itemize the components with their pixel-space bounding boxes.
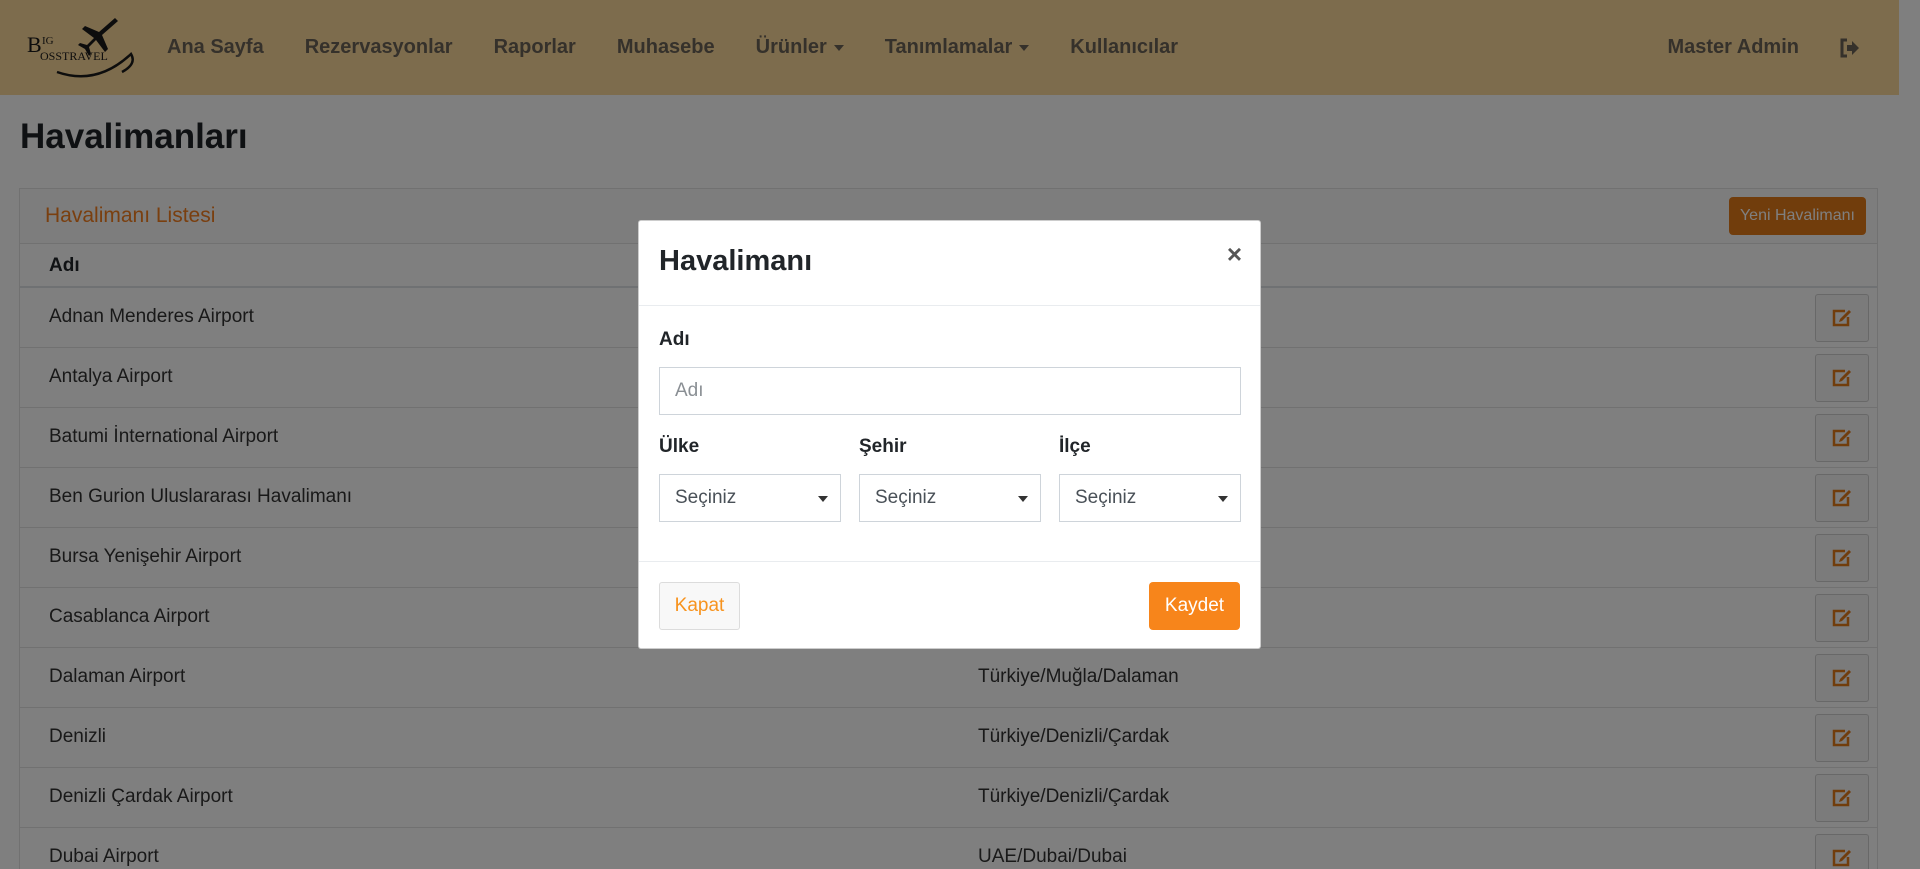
country-select[interactable]: Seçiniz bbox=[659, 474, 841, 522]
airport-modal: Havalimanı × Adı Ülke Seçiniz Şehir Seçi… bbox=[638, 220, 1261, 649]
modal-title: Havalimanı bbox=[659, 245, 813, 277]
save-button[interactable]: Kaydet bbox=[1149, 582, 1240, 630]
close-icon[interactable]: × bbox=[1227, 241, 1242, 267]
caret-down-icon bbox=[1018, 496, 1028, 502]
district-label: İlçe bbox=[1059, 436, 1091, 457]
district-select-value: Seçiniz bbox=[1075, 487, 1137, 508]
close-button[interactable]: Kapat bbox=[659, 582, 740, 630]
city-select[interactable]: Seçiniz bbox=[859, 474, 1041, 522]
name-label: Adı bbox=[659, 329, 690, 350]
country-select-value: Seçiniz bbox=[675, 487, 737, 508]
city-select-value: Seçiniz bbox=[875, 487, 937, 508]
caret-down-icon bbox=[818, 496, 828, 502]
modal-body: Adı Ülke Seçiniz Şehir Seçiniz İlçe Seçi… bbox=[639, 306, 1260, 562]
district-select[interactable]: Seçiniz bbox=[1059, 474, 1241, 522]
modal-footer: Kapat Kaydet bbox=[639, 562, 1260, 648]
country-label: Ülke bbox=[659, 436, 700, 457]
city-label: Şehir bbox=[859, 436, 907, 457]
caret-down-icon bbox=[1218, 496, 1228, 502]
name-input[interactable] bbox=[659, 367, 1241, 415]
modal-header: Havalimanı × bbox=[639, 221, 1260, 306]
